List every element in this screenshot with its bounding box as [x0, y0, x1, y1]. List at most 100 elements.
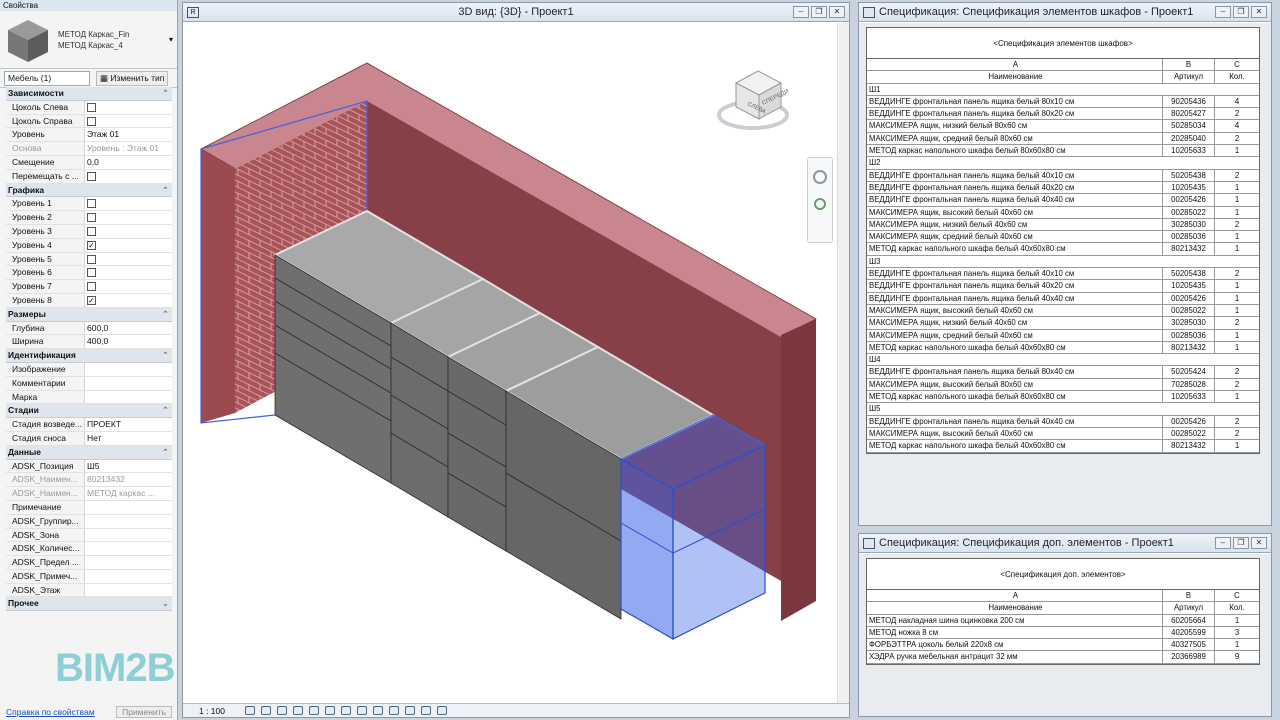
property-checkbox[interactable]	[87, 199, 96, 209]
property-value[interactable]	[85, 252, 172, 266]
table-row[interactable]: МАКСИМЕРА ящик, низкий белый 40x60 см 302…	[867, 218, 1259, 232]
close-button[interactable]: ✕	[1251, 6, 1267, 18]
lock-3d-icon[interactable]	[357, 706, 367, 715]
table-row[interactable]: МЕТОД каркас напольного шкафа белый 80x6…	[867, 391, 1259, 404]
viewcube-widget[interactable]: СЛЕВА СПЕРЕДИ	[717, 70, 790, 130]
property-row[interactable]: ADSK_Примеч...	[6, 569, 172, 584]
table-row[interactable]: ВЕДДИНГЕ фронтальная панель ящика белый …	[867, 108, 1259, 121]
navigation-bar[interactable]	[807, 157, 833, 243]
property-value[interactable]	[85, 556, 172, 569]
property-row[interactable]: Комментарии	[6, 376, 172, 391]
table-row[interactable]: ВЕДДИНГЕ фронтальная панель ящика белый …	[867, 268, 1259, 281]
property-row[interactable]: ADSK_Предел ...	[6, 556, 172, 570]
property-row[interactable]: Примечание	[6, 500, 172, 515]
table-row[interactable]: МАКСИМЕРА ящик, высокий белый 80x60 см 70…	[867, 378, 1259, 392]
chevron-up-icon[interactable]: ⌄	[162, 597, 172, 610]
chevron-up-icon[interactable]: ⌃	[162, 404, 172, 417]
property-value[interactable]: 600,0	[85, 321, 172, 335]
table-row[interactable]: МАКСИМЕРА ящик, высокий белый 40x60 см 00…	[867, 427, 1259, 441]
table-row[interactable]: ФОРБЭТТРА цоколь белый 220x8 см 40327505 1	[867, 639, 1259, 652]
property-row[interactable]: Уровень 4 ✓	[6, 238, 172, 253]
property-value[interactable]: 0,0	[85, 155, 172, 169]
property-value[interactable]	[85, 114, 172, 128]
help-link[interactable]: Справка по свойствам	[6, 707, 95, 717]
chevron-up-icon[interactable]: ⌃	[162, 184, 172, 197]
property-value[interactable]	[85, 583, 172, 597]
scale-label[interactable]: 1 : 100	[199, 706, 239, 716]
property-group-header[interactable]: Стадии ⌃	[6, 404, 172, 419]
property-value[interactable]	[85, 169, 172, 183]
model-canvas[interactable]: СЛЕВА СПЕРЕДИ	[183, 23, 837, 703]
property-group-header[interactable]: Зависимости ⌃	[6, 87, 172, 101]
property-value[interactable]: Нет	[85, 431, 172, 445]
property-row[interactable]: Перемещать с ...	[6, 169, 172, 184]
property-row[interactable]: Марка	[6, 390, 172, 405]
table-row[interactable]: МАКСИМЕРА ящик, высокий белый 40x60 см 00…	[867, 304, 1259, 318]
property-row[interactable]: Цоколь Справа	[6, 114, 172, 129]
shadows-icon[interactable]	[293, 706, 303, 715]
property-row[interactable]: Цоколь Слева	[6, 100, 172, 115]
property-group-header[interactable]: Размеры ⌃	[6, 307, 172, 322]
property-value[interactable]	[85, 528, 172, 542]
property-row[interactable]: Уровень 1	[6, 197, 172, 212]
property-row[interactable]: Смещение 0,0	[6, 155, 172, 170]
table-row[interactable]: МЕТОД накладная шина оцинковка 200 см 602…	[867, 614, 1259, 627]
property-checkbox[interactable]: ✓	[87, 295, 96, 305]
property-value[interactable]: Ш5	[85, 459, 172, 473]
table-row[interactable]: МЕТОД каркас напольного шкафа белый 40x6…	[867, 341, 1259, 355]
steering-wheel-icon[interactable]	[813, 170, 827, 184]
property-row[interactable]: ADSK_Наимен... МЕТОД каркас ...	[6, 487, 172, 501]
property-row[interactable]: Уровень 8 ✓	[6, 293, 172, 308]
property-checkbox[interactable]	[87, 171, 96, 181]
table-row[interactable]: МАКСИМЕРА ящик, низкий белый 40x60 см 302…	[867, 317, 1259, 330]
minimize-button[interactable]: –	[1215, 6, 1231, 18]
property-value[interactable]	[85, 224, 172, 238]
table-row[interactable]: ВЕДДИНГЕ фронтальная панель ящика белый …	[867, 181, 1259, 195]
view-3d-window[interactable]: R 3D вид: {3D} - Проект1 – ❐ ✕ СЛЕВА СПЕ…	[182, 2, 850, 718]
property-group-header[interactable]: Прочее ⌄	[6, 597, 172, 612]
vertical-scrollbar[interactable]	[837, 23, 849, 703]
detail-level-icon[interactable]	[245, 706, 255, 715]
property-checkbox[interactable]	[87, 213, 96, 223]
property-row[interactable]: ADSK_Позиция Ш5	[6, 459, 172, 474]
property-row[interactable]: ADSK_Группир...	[6, 514, 172, 529]
category-filter[interactable]: Мебель (1)	[4, 70, 90, 86]
property-row[interactable]: Уровень 6	[6, 266, 172, 281]
sun-path-icon[interactable]	[277, 706, 287, 715]
property-row[interactable]: Уровень 2	[6, 211, 172, 225]
property-checkbox[interactable]	[87, 116, 96, 126]
property-checkbox[interactable]	[87, 102, 96, 112]
property-value[interactable]: ✓	[85, 238, 172, 252]
table-row[interactable]: МЕТОД ножка 8 см 40205599 3	[867, 626, 1259, 640]
table-row[interactable]: ВЕДДИНГЕ фронтальная панель ящика белый …	[867, 292, 1259, 305]
edit-type-button[interactable]: ▦ Изменить тип	[96, 70, 169, 86]
table-row[interactable]: МЕТОД каркас напольного шкафа белый 80x6…	[867, 145, 1259, 158]
table-row[interactable]: МАКСИМЕРА ящик, средний белый 40x60 см 00…	[867, 329, 1259, 342]
worksharing-icon[interactable]	[405, 706, 415, 715]
table-row[interactable]: ВЕДДИНГЕ фронтальная панель ящика белый …	[867, 366, 1259, 379]
property-value[interactable]	[85, 569, 172, 583]
table-row[interactable]: МАКСИМЕРА ящик, низкий белый 80x60 см 502…	[867, 120, 1259, 133]
table-row[interactable]: МАКСИМЕРА ящик, высокий белый 40x60 см 00…	[867, 206, 1259, 219]
table-row[interactable]: ВЕДДИНГЕ фронтальная панель ящика белый …	[867, 280, 1259, 293]
crop-view-icon[interactable]	[325, 706, 335, 715]
property-group-header[interactable]: Данные ⌃	[6, 445, 172, 460]
property-checkbox[interactable]	[87, 282, 96, 292]
property-value[interactable]	[85, 376, 172, 390]
property-value[interactable]: ✓	[85, 293, 172, 307]
property-value[interactable]	[85, 100, 172, 114]
table-row[interactable]: МАКСИМЕРА ящик, средний белый 80x60 см 20…	[867, 132, 1259, 146]
property-value[interactable]	[85, 390, 172, 404]
restore-button[interactable]: ❐	[1233, 6, 1249, 18]
property-group-header[interactable]: Идентификация ⌃	[6, 349, 172, 363]
apply-button[interactable]: Применить	[116, 706, 172, 718]
table-row[interactable]: МАКСИМЕРА ящик, средний белый 40x60 см 00…	[867, 231, 1259, 244]
property-value[interactable]: Этаж 01	[85, 128, 172, 142]
property-checkbox[interactable]	[87, 254, 96, 264]
property-row[interactable]: Уровень 3	[6, 224, 172, 239]
reveal-hidden-icon[interactable]	[389, 706, 399, 715]
property-row[interactable]: Глубина 600,0	[6, 321, 172, 336]
property-value[interactable]	[85, 514, 172, 528]
property-row[interactable]: Стадия сноса Нет	[6, 431, 172, 446]
restore-button[interactable]: ❐	[811, 6, 827, 18]
